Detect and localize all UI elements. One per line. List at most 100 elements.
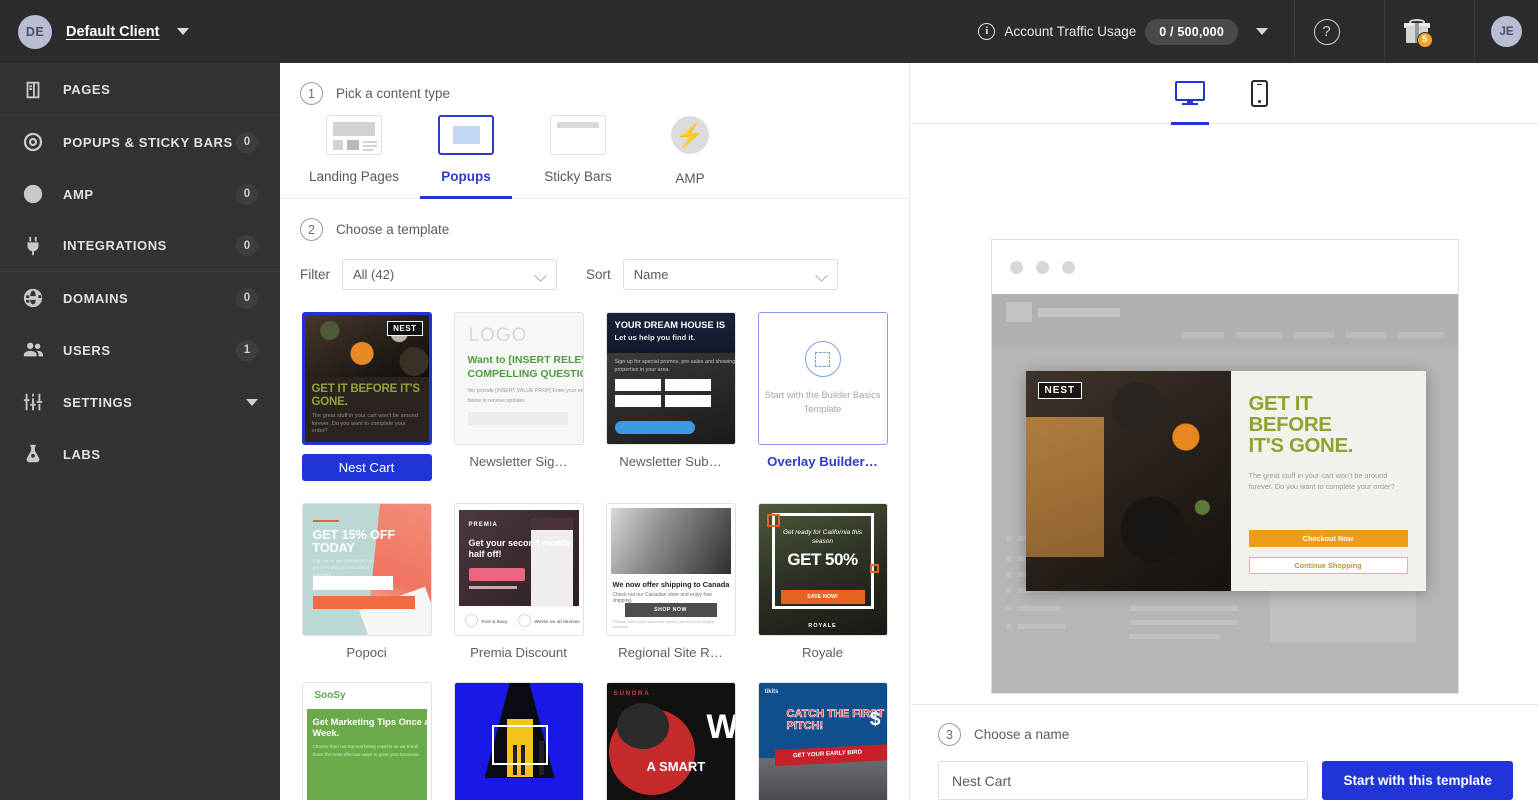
template-card-tikits[interactable]: tikits CATCH THE FIRST PITCH! $ GET YOUR… [747,682,899,800]
tab-popups[interactable]: Popups [410,115,522,198]
device-desktop-button[interactable] [1168,71,1212,115]
thumb-body: Sign up for special promos, pre-sales an… [615,359,736,374]
help-button[interactable]: ? [1295,0,1358,63]
thumb-headline: YOUR DREAM HOUSE IS [615,320,726,330]
client-name[interactable]: Default Client [66,24,159,40]
step-number: 1 [300,82,323,105]
sidebar-item-users[interactable]: USERS 1 [0,324,280,376]
thumb-body: Sign up for our newsletter and get 15% o… [313,557,375,578]
popup-secondary-button[interactable]: Continue Shopping [1249,557,1408,574]
template-name: Newsletter Sig… [443,454,595,469]
sidebar-item-domains[interactable]: DOMAINS 0 [0,272,280,324]
popup-headline-line-1: GET IT [1249,393,1408,414]
template-card-blue[interactable] [443,682,595,800]
thumb-headline: W [706,711,735,743]
client-selector[interactable]: DE Default Client [0,0,280,63]
mobile-phone-icon [1251,80,1268,107]
template-name-input[interactable] [938,761,1308,800]
sticky-bars-icon [550,115,606,155]
filter-select[interactable]: All (42) [342,259,557,290]
nest-logo: NEST [1038,382,1083,399]
sidebar-count: 0 [236,288,258,309]
gift-button[interactable]: 5 [1385,0,1448,63]
device-mobile-button[interactable] [1238,71,1282,115]
thumb-band: GET YOUR EARLY BIRD [793,750,862,760]
thumb-body: The great stuff in your cart won't be ar… [312,413,421,436]
traffic-value-badge: 0 / 500,000 [1145,19,1238,45]
thumb-logo: LOGO [469,325,528,347]
thumb-headline: GET IT BEFORE IT'S GONE. [312,383,429,408]
sidebar: PAGES POPUPS & STICKY BARS 0 AMP 0 INTEG… [0,63,280,800]
template-card-popoci[interactable]: GET 15% OFF TODAY Sign up for our newsle… [291,503,443,660]
sidebar-item-labs[interactable]: LABS [0,428,280,480]
thumb-logo: PREMIA [469,522,498,528]
traffic-chevron-down-icon[interactable] [1256,28,1268,35]
chevron-down-icon[interactable] [177,28,189,35]
thumb-logo: tikits [765,689,779,695]
filter-sort-row: Filter All (42) Sort Name [280,241,909,290]
step-title: Pick a content type [336,86,450,101]
preview-viewport: NEST GET IT BEFORE IT'S GONE. The great … [911,124,1538,704]
sidebar-label: INTEGRATIONS [63,238,167,253]
user-menu-button[interactable]: JE [1475,0,1538,63]
browser-mock: NEST GET IT BEFORE IT'S GONE. The great … [991,239,1459,694]
tab-amp[interactable]: ⚡ AMP [634,115,746,198]
template-card-newsletter-signup[interactable]: LOGO Want to [INSERT RELEVANT COMPELLING… [443,312,595,481]
thumb-body: We provide [INSERT VALUE PROP] Enter you… [468,386,584,406]
bolt-icon [22,183,44,205]
browser-chrome [992,240,1458,294]
popup-primary-button[interactable]: Checkout Now [1249,530,1408,547]
amp-icon: ⚡ [671,116,709,154]
sidebar-count: 0 [236,184,258,205]
sidebar-item-settings[interactable]: SETTINGS [0,376,280,428]
template-thumbnail: Start with the Builder Basics Template [758,312,888,445]
template-card-royale[interactable]: Get ready for California this season GET… [747,503,899,660]
target-icon [22,131,44,153]
template-card-regional-site[interactable]: We now offer shipping to Canada Check ou… [595,503,747,660]
step-number: 2 [300,218,323,241]
template-thumbnail: SUNDRA W A SMART Recommended by the best… [606,682,736,800]
active-device-indicator [1171,122,1209,126]
sidebar-item-pages[interactable]: PAGES [0,64,280,116]
window-dot-minimize-icon [1036,261,1049,274]
builder-basics-icon [805,341,841,377]
thumb-feature-1: Fast & Easy [482,619,508,624]
template-card-overlay-builder[interactable]: Start with the Builder Basics Template O… [747,312,899,481]
sidebar-item-integrations[interactable]: INTEGRATIONS 0 [0,220,280,272]
template-card-premia-discount[interactable]: PREMIA Get your second month half off! F… [443,503,595,660]
tab-landing-pages[interactable]: Landing Pages [298,115,410,198]
thumb-headline: GET 50% [759,550,887,570]
sidebar-count: 1 [236,340,258,361]
sort-select[interactable]: Name [623,259,838,290]
chevron-down-icon [815,269,828,282]
popup-headline-line-2: BEFORE [1249,414,1408,435]
sidebar-item-popups-sticky-bars[interactable]: POPUPS & STICKY BARS 0 [0,116,280,168]
template-card-soosy[interactable]: SooSy Get Marketing Tips Once a Week. Ch… [291,682,443,800]
sidebar-label: POPUPS & STICKY BARS [63,135,233,150]
template-card-sundra[interactable]: SUNDRA W A SMART Recommended by the best… [595,682,747,800]
landing-pages-icon [326,115,382,155]
step-1-header: 1 Pick a content type [280,63,909,105]
template-thumbnail: YOUR DREAM HOUSE IS Let us help you find… [606,312,736,445]
sidebar-item-amp[interactable]: AMP 0 [0,168,280,220]
template-thumbnail: Get ready for California this season GET… [758,503,888,636]
template-thumbnail: We now offer shipping to Canada Check ou… [606,503,736,636]
template-card-newsletter-subscribe[interactable]: YOUR DREAM HOUSE IS Let us help you find… [595,312,747,481]
content-type-tabs: Landing Pages Popups Sticky Bars ⚡ AMP [280,105,909,198]
filter-label: Filter [300,267,330,282]
sidebar-label: DOMAINS [63,291,128,306]
template-card-nest-cart[interactable]: NEST GET IT BEFORE IT'S GONE. The great … [291,312,443,481]
popup-preview: NEST GET IT BEFORE IT'S GONE. The great … [1026,371,1426,591]
tab-sticky-bars[interactable]: Sticky Bars [522,115,634,198]
sort-value: Name [634,267,669,282]
step-3-header: 3 Choose a name [938,723,1513,746]
app-root: DE Default Client i Account Traffic Usag… [0,0,1538,800]
chevron-down-icon[interactable] [246,399,258,406]
info-icon[interactable]: i [978,23,995,40]
help-icon: ? [1314,19,1340,45]
template-name: Overlay Builder… [747,454,899,469]
thumb-caption: Get ready for California this season [781,528,865,546]
thumb-sub: Let us help you find it. [615,333,696,342]
pages-icon [22,79,44,101]
start-with-template-button[interactable]: Start with this template [1322,761,1513,800]
